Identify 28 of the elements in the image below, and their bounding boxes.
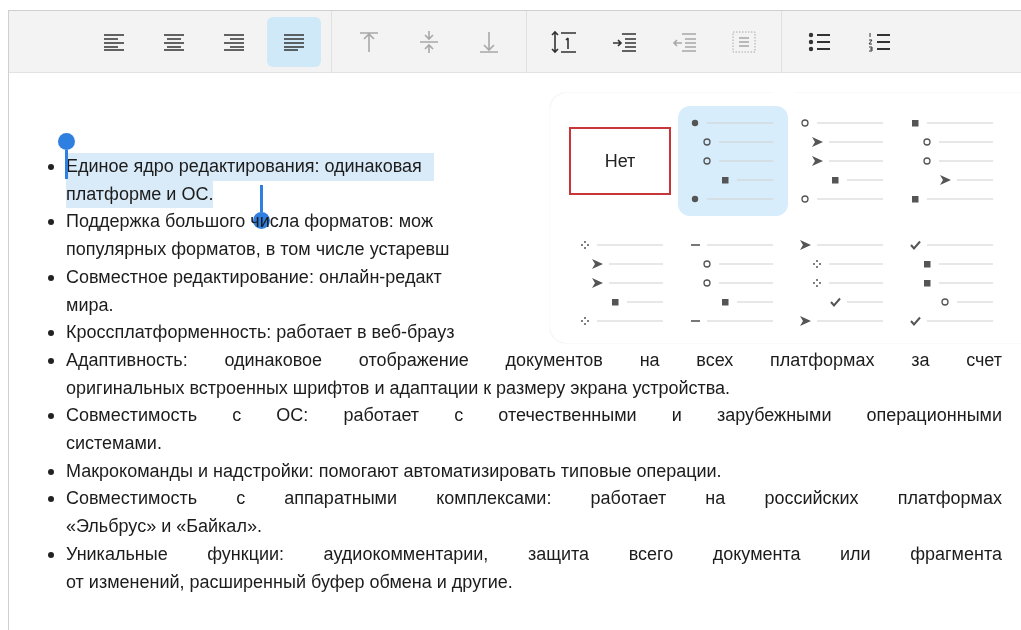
list-item-text: Совместное редактирование: онлайн-редакт [66, 265, 442, 289]
bullet-icon [48, 274, 54, 281]
line-spacing-icon [550, 28, 578, 55]
text-frame-icon [730, 28, 758, 55]
list-item-text: Кроссплатформенность: работает в веб-брауз [66, 321, 455, 345]
list-item-text: Уникальные функции: аудиокомментарии, защита всего документа или фрагмента [66, 542, 1002, 566]
list-item-text: Совместимость с аппаратными комплексами: работает на российских платформах [66, 487, 1002, 511]
list-item-text: от изменений, расширенный буфер обмена и другие. [66, 570, 513, 594]
bullet-icon [48, 413, 54, 420]
list-item-text: мира. [66, 293, 114, 317]
list-item-text: оригинальных встроенных шрифтов и адаптации к размеру экрана устройства. [66, 376, 731, 400]
bullet-icon [48, 330, 54, 337]
justify-button[interactable] [267, 16, 321, 67]
list-item-text: системами. [66, 432, 162, 456]
bullet-icon [48, 551, 54, 558]
list-item-text: Совместимость с ОС: работает с отечественными и зарубежными операционными [66, 404, 1002, 428]
bullet-icon [48, 357, 54, 364]
list-item-text: «Эльбрус» и «Байкал». [66, 515, 262, 539]
no-bullets-option[interactable]: Нет [569, 127, 671, 195]
list-item-text: Макрокоманды и надстройки: помогают автоматизировать типовые операции. [66, 459, 722, 483]
bullet-icon [48, 496, 54, 503]
list-item-text: Адаптивность: одинаковое отображение документов на всех платформах за счет [66, 348, 1002, 372]
bullet-icon [48, 468, 54, 475]
list-item-text: платформе и ОС. [66, 180, 214, 209]
bullet-icon [48, 164, 54, 170]
bullet-icon [48, 219, 54, 226]
bullet-style-option[interactable] [678, 106, 788, 216]
list-item-text: популярных форматов, в том числе устаревш [66, 238, 450, 262]
